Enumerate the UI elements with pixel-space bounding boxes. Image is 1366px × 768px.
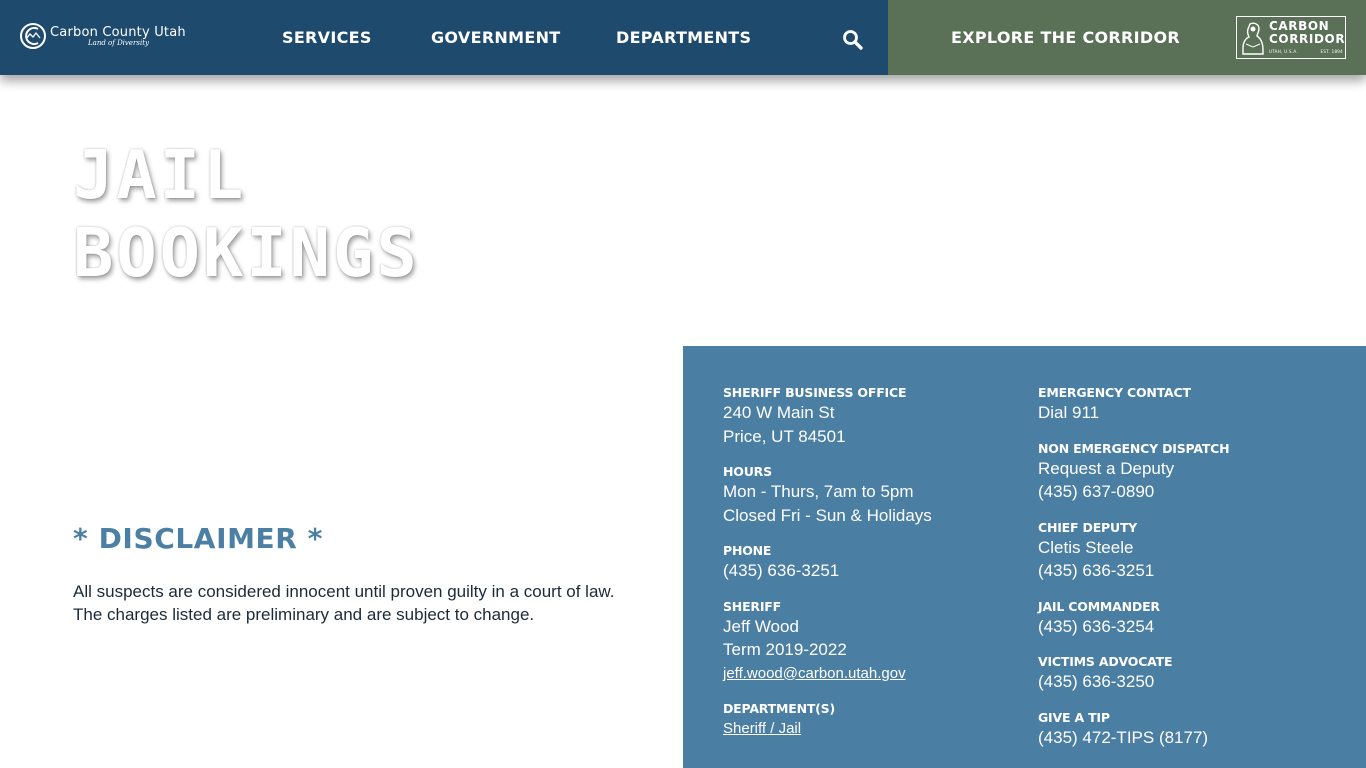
hours-label: HOURS xyxy=(723,464,772,479)
page-title-line-1: JAIL xyxy=(73,136,247,214)
badge-established: EST. 1894 xyxy=(1320,49,1343,54)
county-logo-icon xyxy=(20,23,46,49)
departments-block: DEPARTMENT(S) Sheriff / Jail xyxy=(723,700,932,740)
dispatch-line-1: Request a Deputy xyxy=(1038,458,1175,478)
chief-deputy-block: CHIEF DEPUTY Cletis Steele (435) 636-325… xyxy=(1038,519,1229,583)
carbon-corridor-badge[interactable]: CARBON CORRIDOR UTAH, U.S.A. EST. 1894 xyxy=(1236,16,1346,59)
badge-carbon: CARBON xyxy=(1269,19,1330,33)
page-title-line-2: BOOKINGS xyxy=(73,214,420,292)
hours-block: HOURS Mon - Thurs, 7am to 5pm Closed Fri… xyxy=(723,463,932,527)
phone-number: (435) 636-3251 xyxy=(723,561,840,580)
site-logo[interactable]: Carbon County Utah Land of Diversity xyxy=(19,22,186,50)
office-label: SHERIFF BUSINESS OFFICE xyxy=(723,385,907,400)
office-address-line-2: Price, UT 84501 xyxy=(723,426,846,446)
disclaimer-text: All suspects are considered innocent unt… xyxy=(73,580,673,626)
sheriff-name: Jeff Wood xyxy=(723,616,799,636)
victims-advocate-label: VICTIMS ADVOCATE xyxy=(1038,654,1173,669)
sheriff-label: SHERIFF xyxy=(723,598,781,614)
chief-deputy-name: Cletis Steele xyxy=(1038,537,1134,557)
jail-commander-label: JAIL COMMANDER xyxy=(1038,598,1160,614)
disclaimer-line-2: The charges listed are preliminary and a… xyxy=(73,605,535,624)
sheriff-block: SHERIFF Jeff Wood Term 2019-2022 jeff.wo… xyxy=(723,598,932,685)
sheriff-email-link[interactable]: jeff.wood@carbon.utah.gov xyxy=(723,662,906,685)
office-address-line-1: 240 W Main St xyxy=(723,403,835,422)
jail-commander-block: JAIL COMMANDER (435) 636-3254 xyxy=(1038,598,1229,639)
office-block: SHERIFF BUSINESS OFFICE 240 W Main St Pr… xyxy=(723,384,932,448)
logo-name: Carbon County Utah xyxy=(50,24,186,40)
tip-block: GIVE A TIP (435) 472-TIPS (8177) xyxy=(1038,709,1229,750)
explore-corridor-link[interactable]: EXPLORE THE CORRIDOR xyxy=(951,28,1180,47)
nav-services[interactable]: SERVICES xyxy=(282,28,372,47)
disclaimer-line-1: All suspects are considered innocent unt… xyxy=(73,582,615,601)
nav-departments[interactable]: DEPARTMENTS xyxy=(616,28,751,47)
tip-phone: (435) 472-TIPS (8177) xyxy=(1038,727,1209,747)
sheriff-jail-link[interactable]: Sheriff / Jail xyxy=(723,717,801,740)
main-nav-bar: Carbon County Utah Land of Diversity SER… xyxy=(0,0,888,75)
logo-tagline: Land of Diversity xyxy=(88,38,149,47)
contact-column-left: SHERIFF BUSINESS OFFICE 240 W Main St Pr… xyxy=(723,384,932,755)
emergency-value: Dial 911 xyxy=(1038,403,1100,422)
site-header: Carbon County Utah Land of Diversity SER… xyxy=(0,0,1366,75)
miner-figure-icon xyxy=(1242,22,1264,55)
corridor-bar: EXPLORE THE CORRIDOR CARBON CORRIDOR UTA… xyxy=(888,0,1366,75)
hours-line-2: Closed Fri - Sun & Holidays xyxy=(723,505,932,525)
phone-label: PHONE xyxy=(723,543,772,558)
hours-line-1: Mon - Thurs, 7am to 5pm xyxy=(723,482,914,501)
victims-advocate-phone: (435) 636-3250 xyxy=(1038,672,1155,691)
contact-column-right: EMERGENCY CONTACT Dial 911 NON EMERGENCY… xyxy=(1038,384,1230,764)
dispatch-phone: (435) 637-0890 xyxy=(1038,482,1155,501)
badge-location: UTAH, U.S.A. xyxy=(1269,49,1298,54)
search-button[interactable] xyxy=(842,29,864,51)
departments-label: DEPARTMENT(S) xyxy=(723,700,835,716)
contact-info-panel: SHERIFF BUSINESS OFFICE 240 W Main St Pr… xyxy=(683,346,1366,768)
nav-government[interactable]: GOVERNMENT xyxy=(431,28,560,47)
chief-deputy-phone: (435) 636-3251 xyxy=(1038,561,1155,580)
sheriff-term: Term 2019-2022 xyxy=(723,640,847,659)
dispatch-block: NON EMERGENCY DISPATCH Request a Deputy … xyxy=(1038,440,1230,504)
page-title: JAIL BOOKINGS xyxy=(73,136,420,292)
emergency-block: EMERGENCY CONTACT Dial 911 xyxy=(1038,384,1229,425)
tip-label: GIVE A TIP xyxy=(1038,709,1110,725)
disclaimer-heading: * DISCLAIMER * xyxy=(73,522,324,555)
phone-block: PHONE (435) 636-3251 xyxy=(723,542,932,583)
emergency-label: EMERGENCY CONTACT xyxy=(1038,385,1191,400)
jail-commander-phone: (435) 636-3254 xyxy=(1038,616,1155,636)
chief-deputy-label: CHIEF DEPUTY xyxy=(1038,519,1138,535)
dispatch-label: NON EMERGENCY DISPATCH xyxy=(1038,440,1230,456)
badge-corridor: CORRIDOR xyxy=(1269,32,1346,46)
victims-advocate-block: VICTIMS ADVOCATE (435) 636-3250 xyxy=(1038,653,1229,694)
search-icon xyxy=(843,30,863,50)
